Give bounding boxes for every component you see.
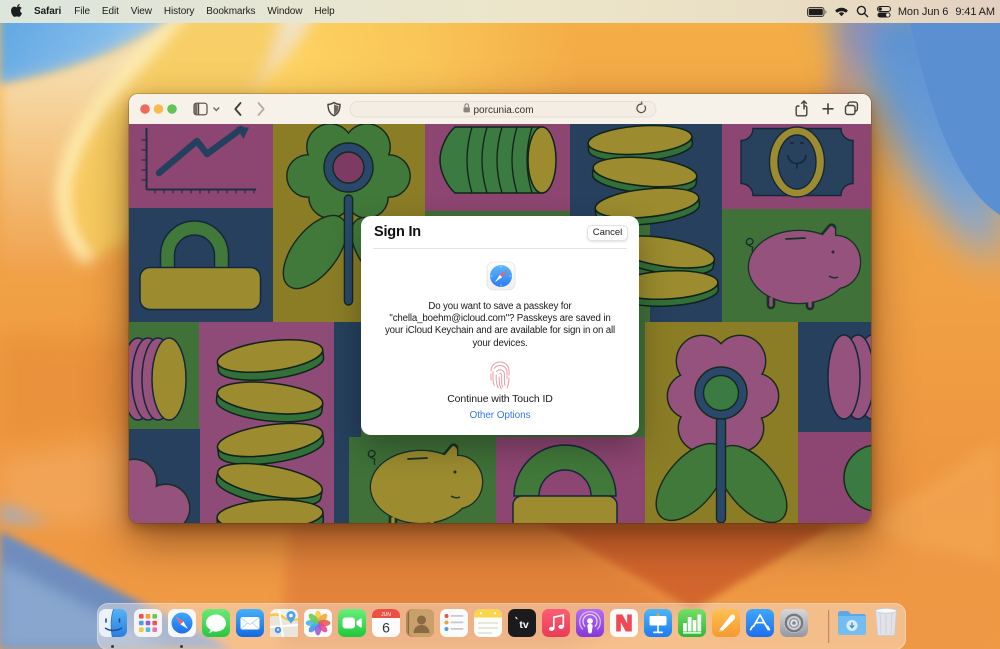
- svg-text:porcunia.com: porcunia.com: [474, 105, 534, 116]
- svg-text:6: 6: [382, 620, 390, 636]
- svg-text:tv: tv: [519, 619, 528, 631]
- svg-text:JUN: JUN: [381, 612, 391, 618]
